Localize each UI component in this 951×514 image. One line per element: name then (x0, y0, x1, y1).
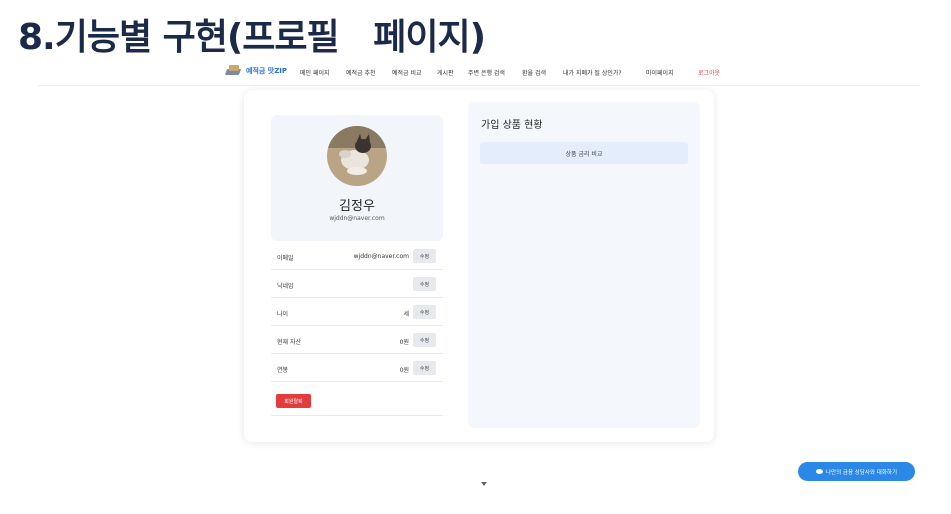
profile-name: 김정우 (339, 199, 375, 214)
info-value: 세 (403, 311, 409, 318)
info-label: 나이 (277, 311, 289, 318)
nav-item-main[interactable]: 메인 페이지 (300, 68, 330, 77)
avatar (327, 126, 387, 186)
withdraw-button[interactable]: 회원탈퇴 (276, 394, 311, 408)
products-title: 가입 상품 현황 (481, 120, 543, 131)
info-label: 현재 자산 (277, 339, 301, 346)
nav-logout[interactable]: 로그아웃 (698, 68, 720, 77)
info-label: 연봉 (277, 367, 289, 374)
info-label: 이메일 (277, 255, 294, 262)
edit-email-button[interactable]: 수정 (413, 249, 436, 263)
products-panel: 가입 상품 현황 상품 금리 비교 (468, 102, 700, 428)
info-row-nickname: 닉네임 수정 (271, 270, 443, 298)
top-navbar: 예적금 맛ZIP 메인 페이지 예적금 추천 예적금 비교 게시판 주변 은행 … (38, 62, 920, 86)
info-label: 닉네임 (277, 283, 294, 290)
profile-card: 김정우 wjddn@naver.com 이메일 wjddn@naver.com … (244, 90, 714, 442)
info-list: 이메일 wjddn@naver.com 수정 닉네임 수정 나이 세 수정 현재… (271, 242, 443, 382)
nav-item-bank-search[interactable]: 주변 은행 검색 (468, 68, 505, 77)
nav-item-quiz[interactable]: 내가 지폐가 될 상인가? (563, 68, 622, 77)
info-value: 0원 (399, 367, 409, 374)
nav-item-exchange[interactable]: 환율 검색 (522, 68, 546, 77)
withdraw-section: 회원탈퇴 (271, 384, 443, 416)
chat-advisor-button[interactable]: 나만의 금융 상담사와 대화하기 (798, 462, 915, 481)
info-value: 0원 (399, 339, 409, 346)
info-value: wjddn@naver.com (353, 253, 409, 260)
brand-logo-icon (224, 65, 242, 77)
profile-email: wjddn@naver.com (329, 215, 385, 222)
nav-item-mypage[interactable]: 마이페이지 (646, 68, 674, 77)
edit-assets-button[interactable]: 수정 (413, 333, 436, 347)
info-row-assets: 현재 자산 0원 수정 (271, 326, 443, 354)
info-row-salary: 연봉 0원 수정 (271, 354, 443, 382)
profile-summary: 김정우 wjddn@naver.com (271, 115, 443, 241)
scroll-down-icon[interactable] (481, 482, 487, 486)
brand-name: 예적금 맛ZIP (246, 67, 288, 75)
info-row-email: 이메일 wjddn@naver.com 수정 (271, 242, 443, 270)
slide-title: 8.기능별 구현(프로필 페이지) (18, 17, 486, 58)
chat-advisor-label: 나만의 금융 상담사와 대화하기 (825, 469, 898, 476)
nav-item-board[interactable]: 게시판 (437, 68, 454, 77)
info-row-age: 나이 세 수정 (271, 298, 443, 326)
nav-item-compare[interactable]: 예적금 비교 (392, 68, 422, 77)
chat-bubble-icon (815, 469, 823, 474)
nav-item-recommend[interactable]: 예적금 추천 (346, 68, 376, 77)
edit-salary-button[interactable]: 수정 (413, 361, 436, 375)
edit-age-button[interactable]: 수정 (413, 305, 436, 319)
brand[interactable]: 예적금 맛ZIP (224, 65, 288, 77)
edit-nickname-button[interactable]: 수정 (413, 277, 436, 291)
compare-rates-button[interactable]: 상품 금리 비교 (480, 142, 688, 164)
